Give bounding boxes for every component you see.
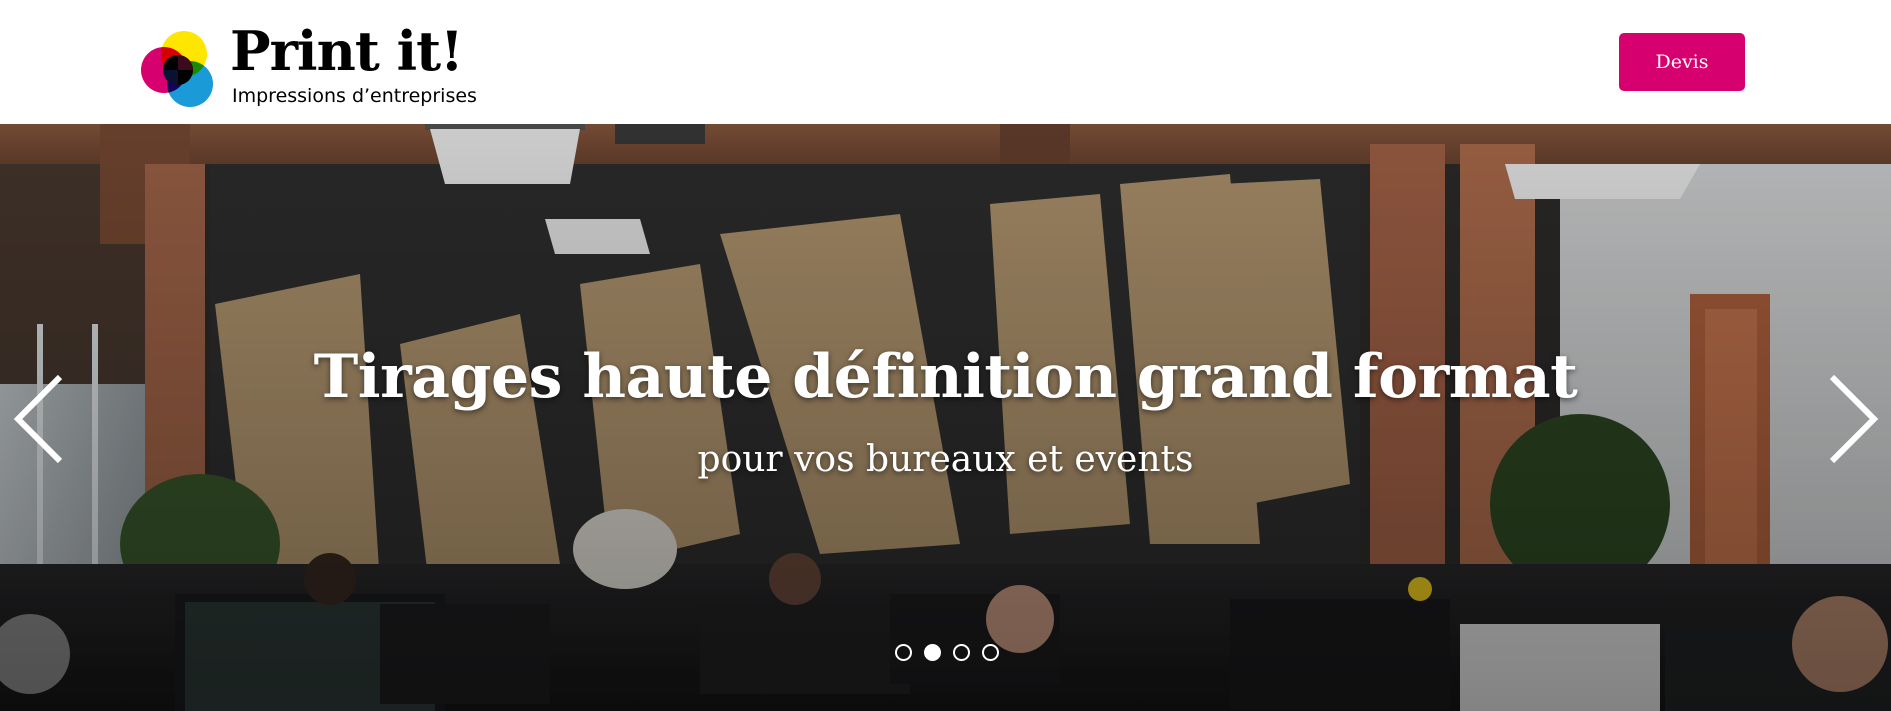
carousel-dot[interactable] — [924, 644, 941, 661]
cmyk-circles-logo-icon — [141, 31, 213, 107]
carousel-dot[interactable] — [953, 644, 970, 661]
devis-button[interactable]: Devis — [1619, 33, 1745, 91]
carousel-dot[interactable] — [895, 644, 912, 661]
hero-subtitle: pour vos bureaux et events — [697, 439, 1194, 480]
site-header: Print it! Impressions d’entreprises Devi… — [0, 0, 1891, 124]
hero-office-photo — [0, 124, 1891, 711]
carousel-dots — [893, 644, 1005, 664]
carousel-next-button[interactable] — [1822, 369, 1882, 469]
site-logo[interactable]: Print it! Impressions d’entreprises — [140, 21, 480, 112]
logo-tagline: Impressions d’entreprises — [232, 85, 477, 107]
hero-title: Tirages haute définition grand format — [313, 342, 1578, 412]
chevron-right-icon — [1829, 374, 1879, 464]
carousel-prev-button[interactable] — [10, 369, 70, 469]
logo-title: Print it! — [230, 19, 464, 83]
hero-carousel: Tirages haute définition grand format po… — [0, 124, 1891, 711]
chevron-left-icon — [13, 374, 63, 464]
carousel-dot[interactable] — [982, 644, 999, 661]
